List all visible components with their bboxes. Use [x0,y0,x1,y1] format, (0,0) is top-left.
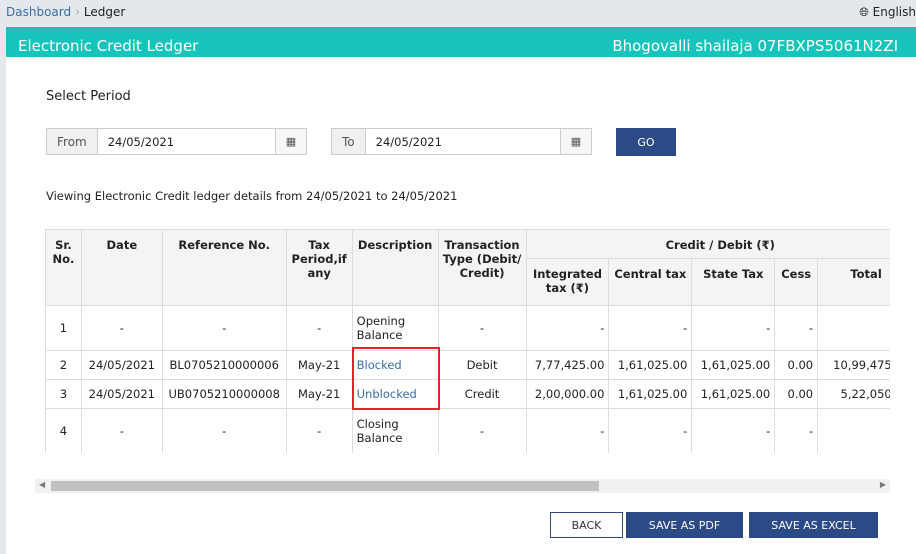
table-cell: 1 [45,305,82,351]
ledger-table: Sr. No. Date Reference No. Tax Period,if… [45,229,890,453]
table-row: 1---Opening Balance------ [45,305,890,351]
go-button[interactable]: GO [616,128,676,156]
header-sr-no: Sr. No. [45,229,82,306]
scroll-right-icon[interactable]: ▶ [880,480,886,489]
table-cell: - [161,305,287,351]
chevron-right-icon: › [75,5,80,19]
table-cell: - [691,305,776,351]
highlight-box [352,347,440,410]
panel-header: Electronic Credit Ledger Bhogovalli shail… [6,27,916,57]
to-label: To [332,129,366,154]
table-row: 2 24/05/2021 BL0705210000006 May-21 Blocked D… [45,350,890,380]
table-cell: - [691,408,776,453]
table-cell: - [80,305,163,351]
table-cell: - [285,305,353,351]
viewing-text: Viewing Electronic Credit ledger details… [46,189,458,203]
table-cell: 1,61,025.00 [608,379,693,409]
table-row: 4---Closing Balance------ [45,408,890,453]
table-cell: 1,61,025.00 [608,350,693,380]
table-cell: 24/05/2021 [80,379,163,409]
table-cell: - [817,408,890,453]
ledger-panel: Electronic Credit Ledger Bhogovalli shail… [6,27,916,554]
from-date-group: From 24/05/2021 ▦ [46,128,307,155]
header-integrated: Integrated tax (₹) [525,258,610,306]
header-central: Central tax [608,258,693,306]
calendar-icon[interactable]: ▦ [275,129,306,154]
globe-icon: 🌐︎ [859,5,869,19]
from-label: From [47,129,98,154]
table-cell: BL0705210000006 [161,350,287,380]
header-description: Description [351,229,439,306]
breadcrumb-current: Ledger [83,5,126,19]
scroll-left-icon[interactable]: ◀ [39,480,45,489]
table-cell: 3 [45,379,82,409]
header-reference: Reference No. [161,229,287,306]
scrollbar-thumb[interactable] [51,481,599,491]
header-date: Date [80,229,163,306]
header-transaction-type: Transaction Type (Debit/ Credit) [437,229,527,306]
back-button[interactable]: BACK [550,512,623,538]
header-credit-debit: Credit / Debit (₹) [525,229,890,259]
table-cell: - [80,408,163,453]
table-cell: May-21 [285,379,353,409]
header-cess: Cess [774,258,819,306]
table-cell: 10,99,475.00 [817,350,890,380]
table-cell: - [817,305,890,351]
calendar-icon[interactable]: ▦ [560,129,591,154]
from-date-input[interactable]: 24/05/2021 [98,129,275,154]
table-cell: - [437,305,527,351]
table-cell: 5,22,050.00 [817,379,890,409]
table-cell: 7,77,425.00 [525,350,610,380]
header-state: State Tax [691,258,776,306]
table-cell: Opening Balance [351,305,439,351]
table-cell: Debit [437,350,527,380]
table-cell: - [437,408,527,453]
user-info: Bhogovalli shailaja 07FBXPS5061N2ZI [612,37,898,55]
breadcrumb-dashboard[interactable]: Dashboard [6,5,71,19]
table-cell: 2,00,000.00 [525,379,610,409]
table-cell: 2 [45,350,82,380]
save-as-excel-button[interactable]: SAVE AS EXCEL [749,512,878,538]
table-cell: 4 [45,408,82,453]
ledger-table-container: Sr. No. Date Reference No. Tax Period,if… [45,229,890,453]
table-cell: 1,61,025.00 [691,379,776,409]
table-cell: - [525,305,610,351]
to-date-input[interactable]: 24/05/2021 [366,129,560,154]
table-cell: 1,61,025.00 [691,350,776,380]
select-period-label: Select Period [46,89,131,104]
save-as-pdf-button[interactable]: SAVE AS PDF [626,512,743,538]
table-cell: 0.00 [774,350,819,380]
table-cell: - [774,305,819,351]
table-cell: - [285,408,353,453]
header-tax-period: Tax Period,if any [285,229,353,306]
table-cell: 24/05/2021 [80,350,163,380]
header-total: Total [817,258,890,306]
table-cell: - [608,408,693,453]
table-cell: Closing Balance [351,408,439,453]
table-cell: - [161,408,287,453]
table-cell: May-21 [285,350,353,380]
table-cell: 0.00 [774,379,819,409]
breadcrumb: Dashboard › Ledger [6,5,125,19]
table-cell: - [608,305,693,351]
table-cell: UB0705210000008 [161,379,287,409]
table-cell: - [774,408,819,453]
table-cell: Credit [437,379,527,409]
language-label: English [872,5,916,19]
language-selector[interactable]: 🌐︎ English [859,5,916,20]
horizontal-scrollbar[interactable]: ◀ ▶ [35,479,890,493]
to-date-group: To 24/05/2021 ▦ [331,128,592,155]
table-cell: - [525,408,610,453]
table-row: 3 24/05/2021 UB0705210000008 May-21 Unblocke… [45,379,890,409]
page-title: Electronic Credit Ledger [18,37,199,55]
